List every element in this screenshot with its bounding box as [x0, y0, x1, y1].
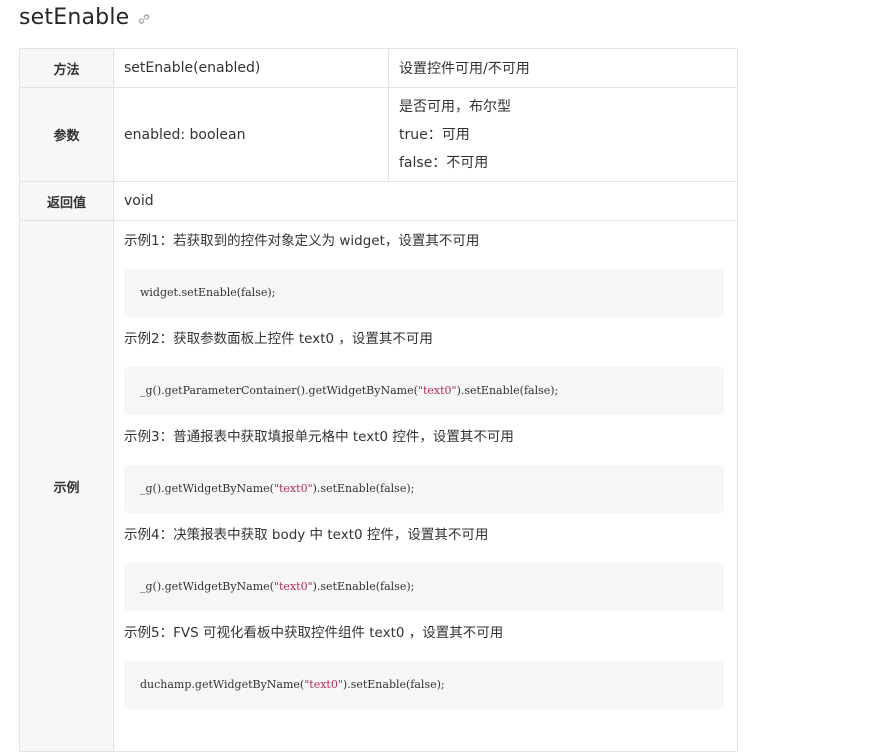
code-text: _g().getParameterContainer().getWidgetBy…	[140, 384, 418, 397]
code-text: _g().getWidgetByName(	[140, 482, 274, 495]
code-string: "text0"	[273, 580, 313, 593]
example-title: 示例4：决策报表中获取 body 中 text0 控件，设置其不可用	[124, 527, 489, 543]
params-row: 参数 enabled: boolean 是否可用，布尔型 true：可用 fal…	[19, 87, 738, 182]
code-string: "text0"	[273, 482, 313, 495]
code-text: ).setEnable(false);	[312, 482, 415, 495]
method-row: 方法 setEnable(enabled) 设置控件可用/不可用	[19, 48, 738, 88]
code-text: _g().getWidgetByName(	[140, 580, 274, 593]
example-title: 示例5：FVS 可视化看板中获取控件组件 text0 ，设置其不可用	[124, 625, 504, 641]
code-string: "text0"	[304, 678, 343, 691]
code-block[interactable]: widget.setEnable(false);	[124, 269, 724, 317]
param-description: 是否可用，布尔型 true：可用 false：不可用	[388, 87, 738, 182]
code-block[interactable]: _g().getWidgetByName("text0").setEnable(…	[124, 465, 724, 513]
code-text: duchamp.getWidgetByName(	[140, 678, 305, 691]
method-key: 方法	[19, 48, 114, 88]
example-row: 示例 示例1：若获取到的控件对象定义为 widget，设置其不可用 widget…	[19, 220, 738, 752]
return-key: 返回值	[19, 181, 114, 221]
example-title: 示例1：若获取到的控件对象定义为 widget，设置其不可用	[124, 233, 480, 249]
return-value: void	[113, 181, 738, 221]
param-desc-line: true：可用	[399, 126, 470, 143]
method-heading: setEnable	[19, 3, 150, 31]
param-desc-line: 是否可用，布尔型	[399, 98, 511, 115]
example-title: 示例2：获取参数面板上控件 text0 ，设置其不可用	[124, 331, 433, 347]
code-string: "text0"	[417, 384, 457, 397]
example-key: 示例	[19, 220, 114, 752]
examples-cell: 示例1：若获取到的控件对象定义为 widget，设置其不可用 widget.se…	[113, 220, 738, 752]
param-name: enabled: boolean	[113, 87, 389, 182]
code-text: ).setEnable(false);	[342, 678, 445, 691]
page-title: setEnable	[19, 4, 130, 30]
code-text: ).setEnable(false);	[456, 384, 559, 397]
api-table: 方法 setEnable(enabled) 设置控件可用/不可用 参数 enab…	[19, 48, 738, 752]
code-text: widget.setEnable(false);	[140, 286, 276, 299]
params-key: 参数	[19, 87, 114, 182]
code-block[interactable]: duchamp.getWidgetByName("text0").setEnab…	[124, 661, 724, 709]
link-icon[interactable]	[138, 13, 150, 25]
return-row: 返回值 void	[19, 181, 738, 221]
method-description: 设置控件可用/不可用	[388, 48, 738, 88]
method-signature: setEnable(enabled)	[113, 48, 389, 88]
code-block[interactable]: _g().getParameterContainer().getWidgetBy…	[124, 367, 724, 415]
example-title: 示例3：普通报表中获取填报单元格中 text0 控件，设置其不可用	[124, 429, 514, 445]
code-text: ).setEnable(false);	[312, 580, 415, 593]
code-block[interactable]: _g().getWidgetByName("text0").setEnable(…	[124, 563, 724, 611]
param-desc-line: false：不可用	[399, 154, 489, 171]
